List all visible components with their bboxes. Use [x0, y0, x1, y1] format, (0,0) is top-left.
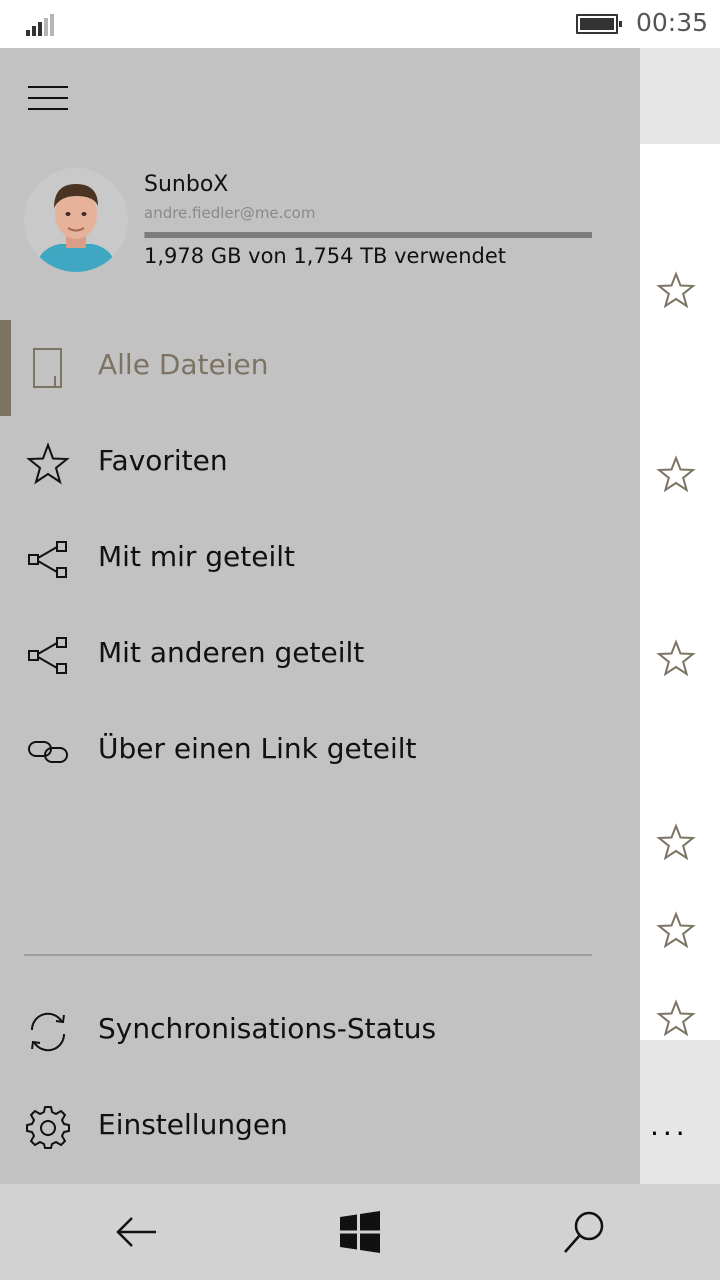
background-header: [640, 48, 720, 144]
more-options-button[interactable]: ...: [650, 1112, 696, 1140]
status-bar: 00:35: [0, 0, 720, 48]
nav-item-shared-with-others[interactable]: Mit anderen geteilt: [0, 608, 640, 704]
sync-icon: [30, 1012, 66, 1052]
star-outline-icon[interactable]: [656, 998, 696, 1038]
star-outline-icon[interactable]: [656, 822, 696, 862]
system-nav-bar: [0, 1184, 720, 1280]
app-bar-strip: [640, 1040, 720, 1088]
nav-item-label: Synchronisations-Status: [98, 1012, 437, 1045]
nav-item-shared-via-link[interactable]: Über einen Link geteilt: [0, 704, 640, 800]
hamburger-menu-icon[interactable]: [28, 86, 68, 112]
nav-item-settings[interactable]: Einstellungen: [0, 1080, 640, 1176]
nav-item-sync-status[interactable]: Synchronisations-Status: [0, 984, 640, 1080]
nav-item-label: Alle Dateien: [98, 348, 269, 381]
share-icon: [28, 541, 67, 578]
nav-item-favorites[interactable]: Favoriten: [0, 416, 640, 512]
profile-email: andre.fiedler@me.com: [144, 204, 316, 222]
gear-icon: [26, 1106, 70, 1149]
profile-name: SunboX: [144, 172, 229, 197]
star-outline-icon[interactable]: [656, 638, 696, 678]
avatar[interactable]: [24, 168, 128, 272]
link-icon: [28, 741, 68, 763]
share-icon: [28, 637, 67, 674]
star-outline-icon[interactable]: [656, 270, 696, 310]
drawer-divider: [24, 954, 592, 956]
nav-item-all-files[interactable]: Alle Dateien: [0, 320, 640, 416]
nav-item-label: Einstellungen: [98, 1108, 288, 1141]
signal-strength-icon: [26, 14, 56, 36]
status-time: 00:35: [636, 8, 709, 37]
storage-quota-bar: [144, 232, 592, 238]
nav-item-label: Mit mir geteilt: [98, 540, 296, 573]
file-icon: [33, 348, 62, 388]
star-icon: [26, 442, 70, 485]
navigation-drawer: SunboX andre.fiedler@me.com 1,978 GB von…: [0, 48, 640, 1184]
search-icon[interactable]: [560, 1208, 608, 1256]
nav-item-label: Mit anderen geteilt: [98, 636, 365, 669]
storage-quota-text: 1,978 GB von 1,754 TB verwendet: [144, 244, 506, 268]
star-outline-icon[interactable]: [656, 454, 696, 494]
nav-item-shared-with-me[interactable]: Mit mir geteilt: [0, 512, 640, 608]
battery-icon: [576, 14, 622, 34]
back-arrow-icon[interactable]: [112, 1208, 160, 1256]
nav-item-label: Favoriten: [98, 444, 228, 477]
nav-item-label: Über einen Link geteilt: [98, 732, 417, 765]
windows-logo-icon[interactable]: [336, 1208, 384, 1256]
star-outline-icon[interactable]: [656, 910, 696, 950]
